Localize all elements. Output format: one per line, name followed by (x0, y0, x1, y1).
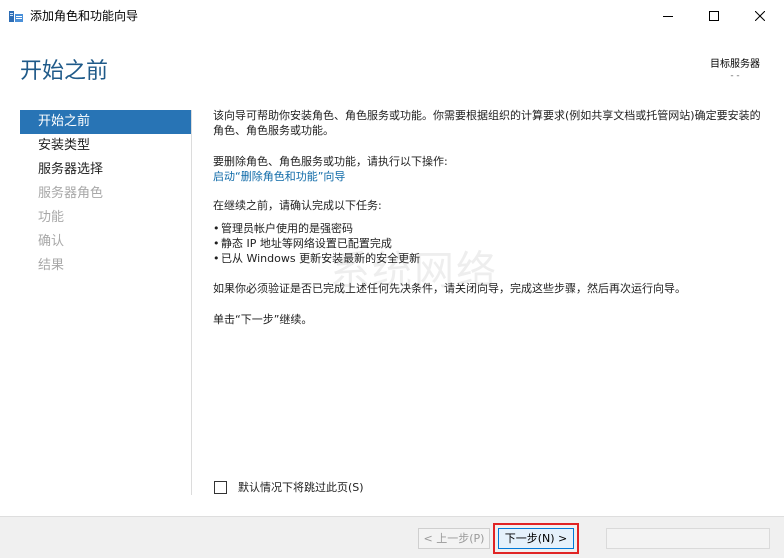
wizard-content: 该向导可帮助你安装角色、角色服务或功能。你需要根据组织的计算要求(例如共享文档或… (213, 108, 769, 327)
wizard-footer: < 上一步(P) 下一步(N) > (0, 516, 784, 558)
nav-divider (191, 110, 192, 495)
list-item: 管理员帐户使用的是强密码 (213, 221, 769, 236)
intro-text: 该向导可帮助你安装角色、角色服务或功能。你需要根据组织的计算要求(例如共享文档或… (213, 109, 761, 137)
wizard-header: 开始之前 目标服务器 - - (0, 31, 784, 103)
target-server-label: 目标服务器 (710, 59, 760, 70)
step-before-you-begin[interactable]: 开始之前 (20, 110, 191, 134)
window-title: 添加角色和功能向导 (30, 9, 139, 23)
maximize-button[interactable] (691, 0, 737, 31)
step-confirmation: 确认 (38, 234, 65, 249)
page-title: 开始之前 (20, 59, 109, 84)
previous-button: < 上一步(P) (418, 528, 490, 549)
step-server-selection[interactable]: 服务器选择 (20, 158, 191, 182)
obscured-button[interactable] (606, 528, 770, 549)
close-icon (755, 10, 765, 21)
server-manager-icon (8, 8, 24, 22)
wizard-steps-nav: 开始之前 安装类型 服务器选择 服务器角色 功能 确认 结果 (20, 110, 191, 278)
step-features: 功能 (38, 210, 65, 225)
verify-note-text: 如果你必须验证是否已完成上述任何先决条件，请关闭向导，完成这些步骤，然后再次运行… (213, 282, 686, 295)
list-item: 静态 IP 地址等网络设置已配置完成 (213, 236, 769, 251)
minimize-icon (663, 15, 673, 17)
title-bar[interactable]: 添加角色和功能向导 (0, 0, 784, 31)
close-button[interactable] (737, 0, 783, 31)
step-server-roles: 服务器角色 (38, 186, 104, 201)
skip-page-label: 默认情况下将跳过此页(S) (238, 481, 364, 494)
remove-roles-link[interactable]: 启动“删除角色和功能”向导 (213, 169, 769, 184)
skip-page-option[interactable]: 默认情况下将跳过此页(S) (214, 479, 364, 495)
maximize-icon (709, 10, 719, 21)
prerequisite-list: 管理员帐户使用的是强密码 静态 IP 地址等网络设置已配置完成 已从 Windo… (213, 221, 769, 266)
remove-prompt-text: 要删除角色、角色服务或功能，请执行以下操作: (213, 155, 448, 168)
list-item: 已从 Windows 更新安装最新的安全更新 (213, 251, 769, 266)
continue-note-text: 单击“下一步”继续。 (213, 313, 313, 326)
target-server-value: - - (730, 71, 740, 81)
skip-page-checkbox[interactable] (214, 480, 227, 494)
tasks-intro-text: 在继续之前，请确认完成以下任务: (213, 199, 382, 212)
next-button[interactable]: 下一步(N) > (498, 528, 574, 549)
minimize-button[interactable] (645, 0, 691, 31)
step-installation-type[interactable]: 安装类型 (20, 134, 191, 158)
step-results: 结果 (38, 258, 65, 273)
